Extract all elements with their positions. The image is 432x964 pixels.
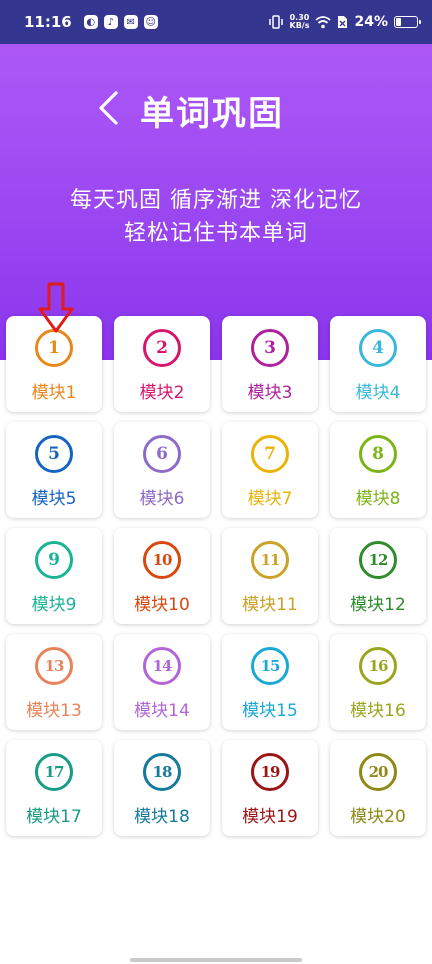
page-title: 单词巩固 xyxy=(140,94,284,134)
module-number-badge: 8 xyxy=(359,435,397,473)
module-label: 模块6 xyxy=(139,489,185,509)
module-label: 模块9 xyxy=(31,595,77,615)
module-label: 模块20 xyxy=(350,807,406,827)
red-arrow-annotation-icon xyxy=(38,282,74,333)
module-number-badge: 6 xyxy=(143,435,181,473)
module-number-badge: 4 xyxy=(359,329,397,367)
module-card-6[interactable]: 6 模块6 xyxy=(114,422,210,518)
tiktok-icon: ♪ xyxy=(103,15,118,29)
module-grid: 1 模块1 2 模块2 3 模块3 4 模块4 5 模块5 6 模块6 7 模块7 8 模块8 9 模块9 10 模块… xyxy=(6,316,426,836)
module-number-badge: 10 xyxy=(143,541,181,579)
no-sim-icon xyxy=(338,16,348,28)
module-number-badge: 17 xyxy=(35,753,73,791)
module-label: 模块14 xyxy=(134,701,190,721)
module-label: 模块19 xyxy=(242,807,298,827)
module-number-badge: 15 xyxy=(251,647,289,685)
module-card-3[interactable]: 3 模块3 xyxy=(222,316,318,412)
module-card-17[interactable]: 17 模块17 xyxy=(6,740,102,836)
module-card-5[interactable]: 5 模块5 xyxy=(6,422,102,518)
module-label: 模块11 xyxy=(242,595,298,615)
module-label: 模块7 xyxy=(247,489,293,509)
net-speed-unit: KB/s xyxy=(289,21,310,30)
module-number-badge: 1 xyxy=(35,329,73,367)
module-card-14[interactable]: 14 模块14 xyxy=(114,634,210,730)
module-number-badge: 3 xyxy=(251,329,289,367)
module-number-badge: 9 xyxy=(35,541,73,579)
module-number-badge: 16 xyxy=(359,647,397,685)
module-number-badge: 7 xyxy=(251,435,289,473)
module-label: 模块18 xyxy=(134,807,190,827)
subtitle-line-2: 轻松记住书本单词 xyxy=(123,221,308,246)
module-card-10[interactable]: 10 模块10 xyxy=(114,528,210,624)
module-label: 模块15 xyxy=(242,701,298,721)
module-number-badge: 19 xyxy=(251,753,289,791)
module-label: 模块17 xyxy=(26,807,82,827)
module-label: 模块3 xyxy=(247,383,293,403)
module-card-2[interactable]: 2 模块2 xyxy=(114,316,210,412)
module-card-18[interactable]: 18 模块18 xyxy=(114,740,210,836)
wifi-icon xyxy=(315,15,332,28)
battery-level xyxy=(396,18,401,26)
module-number-badge: 12 xyxy=(359,541,397,579)
network-speed: 0.30 KB/s xyxy=(290,14,310,30)
module-card-12[interactable]: 12 模块12 xyxy=(330,528,426,624)
module-label: 模块12 xyxy=(350,595,406,615)
module-card-4[interactable]: 4 模块4 xyxy=(330,316,426,412)
battery-percent: 24% xyxy=(354,14,388,30)
module-card-11[interactable]: 11 模块11 xyxy=(222,528,318,624)
module-number-badge: 13 xyxy=(35,647,73,685)
module-label: 模块1 xyxy=(31,383,77,403)
mail-icon: ✉ xyxy=(123,15,138,29)
module-label: 模块4 xyxy=(355,383,401,403)
module-label: 模块2 xyxy=(139,383,185,403)
module-number-badge: 20 xyxy=(359,753,397,791)
module-card-9[interactable]: 9 模块9 xyxy=(6,528,102,624)
module-card-19[interactable]: 19 模块19 xyxy=(222,740,318,836)
module-card-13[interactable]: 13 模块13 xyxy=(6,634,102,730)
module-number-badge: 18 xyxy=(143,753,181,791)
module-label: 模块13 xyxy=(26,701,82,721)
home-indicator[interactable] xyxy=(130,958,302,962)
vibrate-icon xyxy=(268,15,283,29)
module-number-badge: 2 xyxy=(143,329,181,367)
module-number-badge: 5 xyxy=(35,435,73,473)
module-number-badge: 11 xyxy=(251,541,289,579)
module-label: 模块5 xyxy=(31,489,77,509)
smile-app-icon: ☺ xyxy=(143,15,158,29)
module-label: 模块10 xyxy=(134,595,190,615)
chevron-left-icon xyxy=(99,91,118,125)
module-card-7[interactable]: 7 模块7 xyxy=(222,422,318,518)
module-label: 模块16 xyxy=(350,701,406,721)
module-card-15[interactable]: 15 模块15 xyxy=(222,634,318,730)
battery-icon xyxy=(394,16,421,28)
status-bar: 11:16 ◐ ♪ ✉ ☺ 0.30 KB/s 24% xyxy=(0,0,432,44)
back-button[interactable] xyxy=(92,88,124,128)
module-card-20[interactable]: 20 模块20 xyxy=(330,740,426,836)
status-time: 11:16 xyxy=(24,13,72,31)
module-card-16[interactable]: 16 模块16 xyxy=(330,634,426,730)
subtitle-line-1: 每天巩固 循序渐进 深化记忆 xyxy=(70,188,362,213)
module-number-badge: 14 xyxy=(143,647,181,685)
module-card-8[interactable]: 8 模块8 xyxy=(330,422,426,518)
app-notification-icon: ◐ xyxy=(83,15,98,29)
module-label: 模块8 xyxy=(355,489,401,509)
